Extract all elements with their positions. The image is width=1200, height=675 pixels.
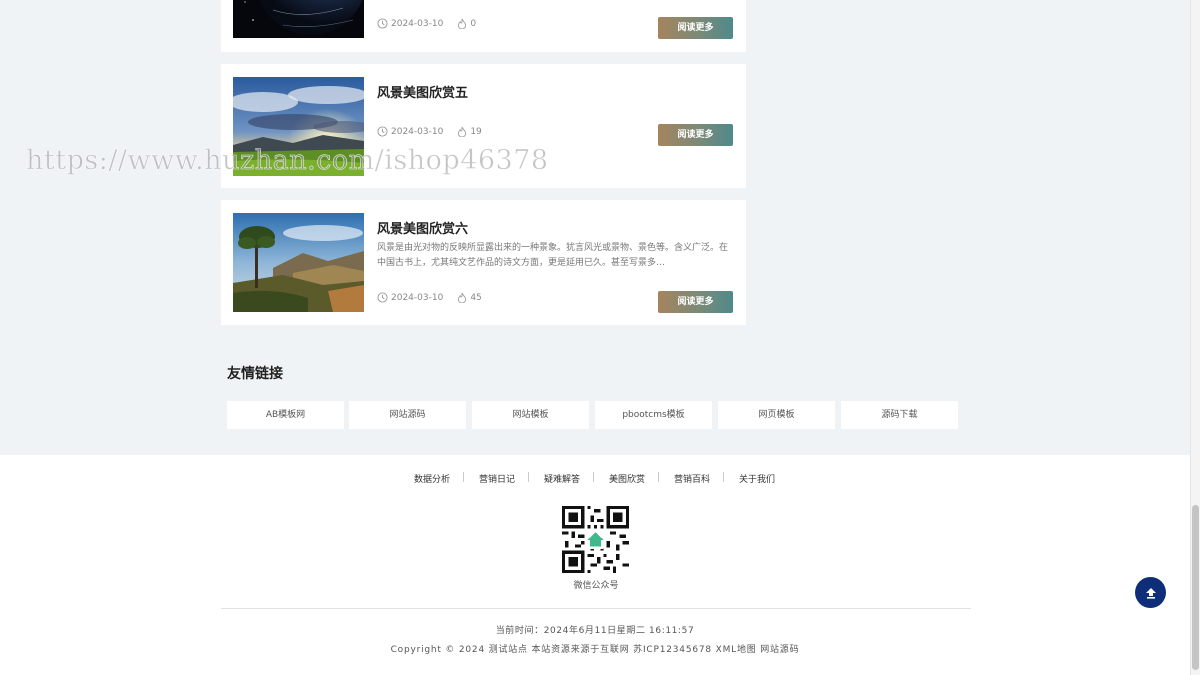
scrollbar-thumb[interactable] <box>1192 505 1199 670</box>
footer-nav-divider <box>723 472 724 482</box>
watermark: https://www.huzhan.com/ishop46378 <box>26 145 549 177</box>
clock-icon <box>377 292 388 303</box>
friend-link[interactable]: 网站模板 <box>472 401 589 429</box>
footer-nav-link[interactable]: 营销日记 <box>479 472 515 485</box>
article-card: 风景美图欣赏六 风景是由光对物的反映所显露出来的一种景象。犹言风光或景物、景色等… <box>221 200 746 325</box>
copyright: Copyright © 2024 测试站点 本站资源来源于互联网 苏ICP123… <box>390 645 800 655</box>
read-more-button[interactable]: 阅读更多 <box>658 17 733 39</box>
footer-nav-divider <box>528 472 529 482</box>
flame-icon <box>458 126 467 137</box>
article-meta: 2024-03-10 0 <box>377 18 476 29</box>
article-description: 风景是由光对物的反映所显露出来的一种景象。犹言风光或景物、景色等。含义广泛。在中… <box>377 243 729 268</box>
article-likes: 45 <box>470 292 482 303</box>
article-likes: 19 <box>470 126 482 137</box>
friend-link[interactable]: AB模板网 <box>227 401 344 429</box>
footer-nav-link[interactable]: 数据分析 <box>414 472 450 485</box>
back-to-top-button[interactable] <box>1135 577 1166 608</box>
article-title[interactable]: 风景美图欣赏六 <box>377 218 468 237</box>
article-date: 2024-03-10 <box>391 18 444 29</box>
article-date: 2024-03-10 <box>391 292 444 303</box>
friend-links-title: 友情链接 <box>227 366 283 382</box>
footer-nav-link[interactable]: 美图欣赏 <box>609 472 645 485</box>
article-title[interactable]: 风景美图欣赏五 <box>377 82 468 101</box>
clock-icon <box>377 18 388 29</box>
article-thumbnail[interactable] <box>233 213 364 312</box>
footer-nav-link[interactable]: 疑难解答 <box>544 472 580 485</box>
qr-label: 微信公众号 <box>573 581 619 591</box>
article-date: 2024-03-10 <box>391 126 444 137</box>
arrow-up-icon <box>1145 587 1156 599</box>
footer-nav-link[interactable]: 关于我们 <box>739 472 775 485</box>
page-scrollbar[interactable] <box>1190 0 1200 675</box>
footer-nav-divider <box>593 472 594 482</box>
clock-icon <box>377 126 388 137</box>
article-thumbnail[interactable] <box>233 0 364 38</box>
footer-nav-divider <box>463 472 464 482</box>
footer-nav-link[interactable]: 营销百科 <box>674 472 710 485</box>
friend-link[interactable]: 网站源码 <box>349 401 466 429</box>
footer-divider <box>221 608 971 609</box>
friend-link[interactable]: 源码下载 <box>841 401 958 429</box>
current-time: 当前时间：2024年6月11日星期二 16:11:57 <box>495 626 695 636</box>
footer-nav-divider <box>658 472 659 482</box>
read-more-button[interactable]: 阅读更多 <box>658 291 733 313</box>
read-more-button[interactable]: 阅读更多 <box>658 124 733 146</box>
article-card: 2024-03-10 0 阅读更多 <box>221 0 746 52</box>
friend-link[interactable]: 网页模板 <box>718 401 835 429</box>
friend-link[interactable]: pbootcms模板 <box>595 401 712 429</box>
article-meta: 2024-03-10 19 <box>377 126 482 137</box>
flame-icon <box>458 18 467 29</box>
main-content: 2024-03-10 0 阅读更多 风景美图欣赏五 2024-03-10 19 … <box>0 0 1190 455</box>
article-meta: 2024-03-10 45 <box>377 292 482 303</box>
qr-code-icon <box>562 506 629 573</box>
article-likes: 0 <box>470 18 477 29</box>
flame-icon <box>458 292 467 303</box>
